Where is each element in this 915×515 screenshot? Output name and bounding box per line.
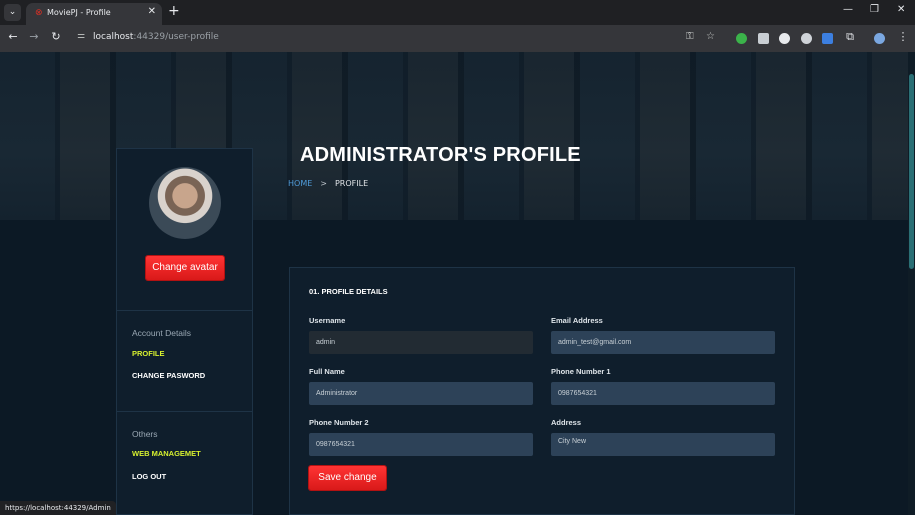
email-label: Email Address [551, 316, 603, 325]
extension-shield-icon[interactable] [801, 33, 812, 44]
site-settings-icon[interactable]: ⚌ [77, 31, 85, 41]
avatar [149, 167, 221, 239]
address-label: Address [551, 418, 582, 427]
extensions-puzzle-icon[interactable]: ⧉ [842, 30, 858, 44]
url-text[interactable]: localhost:44329/user-profile [93, 32, 219, 42]
bookmark-star-icon[interactable]: ☆ [706, 31, 715, 42]
phone2-label: Phone Number 2 [309, 418, 369, 427]
new-tab-icon[interactable]: + [168, 3, 180, 19]
sidebar-item-web-management[interactable]: WEB MANAGEMET [132, 449, 201, 458]
extension-download-icon[interactable] [822, 33, 833, 44]
sidebar-item-log-out[interactable]: LOG OUT [132, 472, 166, 481]
phone1-label: Phone Number 1 [551, 367, 611, 376]
email-field[interactable]: admin_test@gmail.com [551, 331, 775, 354]
site-favicon-icon: ⊗ [35, 8, 43, 18]
password-key-icon[interactable]: ⚿ [686, 31, 694, 42]
browser-toolbar: ← → ↻ ⚌ localhost:44329/user-profile ⚿ ☆… [0, 25, 915, 52]
sidebar-item-change-password[interactable]: CHANGE PASWORD [132, 371, 205, 380]
breadcrumb: HOME > PROFILE [288, 179, 368, 188]
extension-green-icon[interactable] [736, 33, 747, 44]
profile-details-panel: 01. PROFILE DETAILS Username admin Email… [289, 267, 795, 515]
others-heading: Others [132, 429, 158, 439]
close-tab-icon[interactable]: ✕ [148, 6, 156, 17]
address-bar[interactable]: ⚌ localhost:44329/user-profile ⚿ ☆ [72, 29, 722, 48]
full-name-field[interactable]: Administrator [309, 382, 533, 405]
restore-icon[interactable]: ❐ [870, 4, 879, 15]
reload-icon[interactable]: ↻ [48, 30, 64, 43]
page-title: ADMINISTRATOR'S PROFILE [300, 144, 581, 166]
phone1-field[interactable]: 0987654321 [551, 382, 775, 405]
save-change-button[interactable]: Save change [309, 466, 386, 490]
status-bar-link-preview: https://localhost:44329/Admin [0, 501, 116, 515]
username-label: Username [309, 316, 346, 325]
account-details-heading: Account Details [132, 328, 192, 338]
extension-white-icon[interactable] [779, 33, 790, 44]
username-field[interactable]: admin [309, 331, 533, 354]
extension-gray-icon[interactable] [758, 33, 769, 44]
full-name-label: Full Name [309, 367, 345, 376]
scrollbar-thumb[interactable] [909, 74, 914, 269]
phone2-field[interactable]: 0987654321 [309, 433, 533, 456]
breadcrumb-separator: > [320, 179, 327, 188]
address-textarea[interactable]: City New [551, 433, 775, 456]
panel-title: 01. PROFILE DETAILS [309, 287, 388, 296]
tab-search-chevron-icon[interactable]: ⌄ [4, 4, 21, 21]
browser-menu-icon[interactable]: ⋮ [895, 30, 911, 43]
sidebar-item-profile[interactable]: PROFILE [132, 349, 165, 358]
profile-sidebar: Change avatar Account Details PROFILE CH… [116, 148, 253, 515]
page-viewport: ADMINISTRATOR'S PROFILE HOME > PROFILE Cha… [0, 52, 915, 515]
change-avatar-button[interactable]: Change avatar [146, 256, 224, 280]
breadcrumb-current: PROFILE [334, 179, 369, 188]
window-close-icon[interactable]: ✕ [897, 4, 905, 15]
breadcrumb-home-link[interactable]: HOME [288, 179, 312, 188]
browser-tab-bar: ⌄ ⊗ MoviePJ - Profile ✕ + — ❐ ✕ [0, 0, 915, 25]
sidebar-divider [117, 310, 252, 311]
profile-avatar-icon[interactable] [874, 33, 885, 44]
back-icon[interactable]: ← [5, 30, 21, 43]
minimize-icon[interactable]: — [843, 4, 853, 15]
sidebar-divider [117, 411, 252, 412]
tab-title: MoviePJ - Profile [47, 8, 111, 17]
page-scrollbar[interactable] [908, 52, 915, 515]
browser-tab[interactable]: ⊗ MoviePJ - Profile ✕ [26, 3, 162, 25]
forward-icon[interactable]: → [26, 30, 42, 43]
